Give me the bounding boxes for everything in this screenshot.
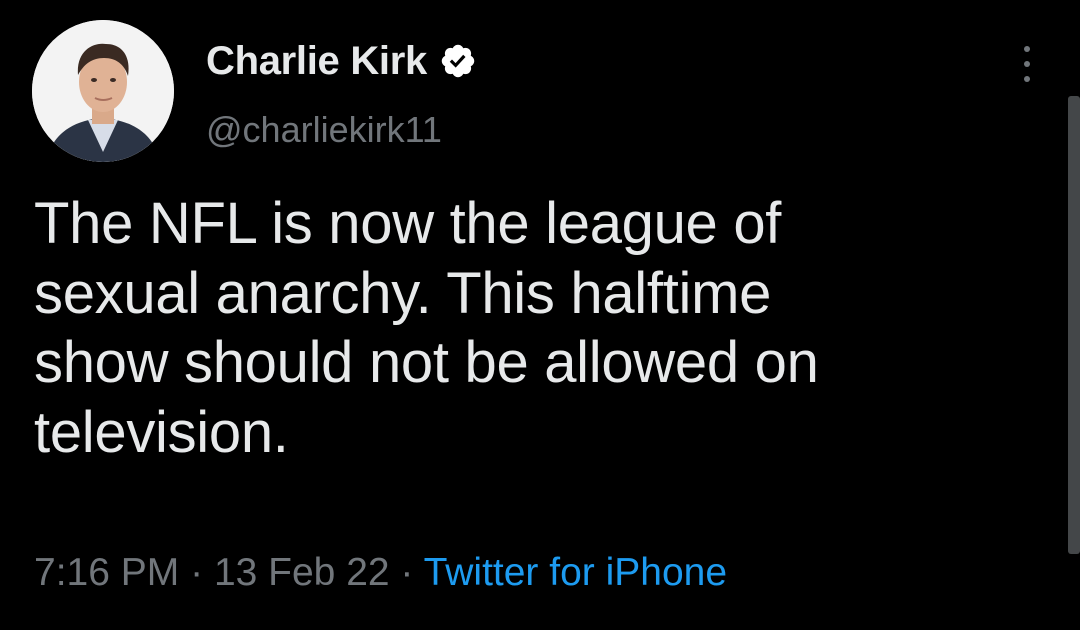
tweet-date[interactable]: 13 Feb 22 — [214, 551, 390, 594]
author-name-row: Charlie Kirk — [206, 35, 477, 87]
meta-separator: · — [400, 551, 414, 594]
tweet-text: The NFL is now the league of sexual anar… — [34, 191, 819, 465]
dot — [1024, 61, 1030, 67]
verified-badge-icon — [439, 42, 477, 80]
tweet-time[interactable]: 7:16 PM — [34, 551, 179, 594]
avatar[interactable] — [32, 20, 174, 162]
dot — [1024, 76, 1030, 82]
author-handle[interactable]: @charliekirk11 — [206, 109, 442, 151]
more-vertical-icon[interactable] — [1012, 44, 1042, 84]
avatar-image — [32, 20, 174, 162]
tweet-meta: 7:16 PM · 13 Feb 22 · Twitter for iPhone — [34, 551, 727, 595]
dot — [1024, 46, 1030, 52]
author-name[interactable]: Charlie Kirk — [206, 39, 427, 84]
meta-separator: · — [190, 551, 204, 594]
scrollbar[interactable] — [1068, 96, 1080, 554]
tweet-source-link[interactable]: Twitter for iPhone — [424, 551, 727, 594]
